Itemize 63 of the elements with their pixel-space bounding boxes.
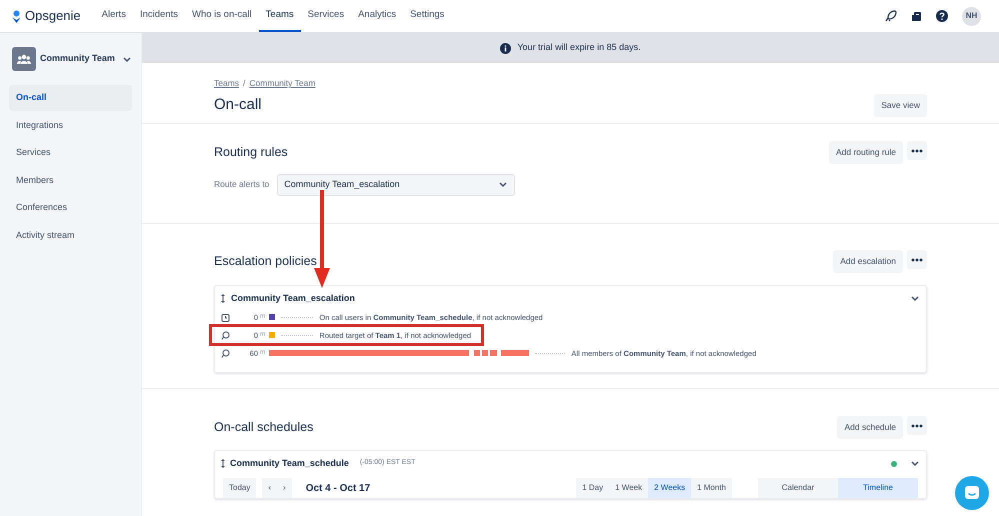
nav-tab[interactable]: Alerts	[94, 0, 133, 32]
chevron-down-icon[interactable]	[122, 54, 132, 64]
nav-tab[interactable]: Analytics	[351, 0, 404, 32]
section-title: On-call schedules	[214, 420, 314, 435]
info-icon	[500, 42, 512, 54]
nav-tab[interactable]: Settings	[403, 0, 452, 32]
more-icon	[911, 424, 923, 428]
breadcrumb-link[interactable]: Community Team	[249, 77, 316, 90]
opsgenie-logo-icon	[12, 10, 21, 22]
more-button[interactable]	[907, 250, 927, 269]
section-title: Routing rules	[214, 144, 288, 160]
add-routing-rule-button[interactable]: Add routing rule	[828, 141, 903, 164]
period-tab[interactable]: 1 Day	[576, 478, 610, 498]
add-escalation-button[interactable]: Add escalation	[833, 250, 903, 273]
view-tab[interactable]: Timeline	[838, 478, 918, 498]
chevron-down-icon[interactable]	[910, 294, 920, 303]
chevron-down-icon[interactable]	[910, 459, 920, 468]
route-select[interactable]: Community Team_escalation	[277, 174, 516, 196]
drag-handle-icon[interactable]	[221, 294, 225, 303]
nav-tab[interactable]: Incidents	[132, 0, 185, 32]
section-title: Escalation policies	[214, 254, 317, 269]
more-button[interactable]	[907, 416, 927, 435]
save-view-button[interactable]: Save view	[874, 94, 927, 116]
help-icon[interactable]	[936, 10, 948, 22]
breadcrumb-separator: /	[243, 77, 246, 90]
previous-button[interactable]: ‹	[262, 478, 278, 498]
more-icon	[911, 148, 923, 152]
nav-tab[interactable]: Services	[300, 0, 352, 32]
page-title: On-call	[214, 96, 262, 114]
today-button[interactable]: Today	[223, 478, 256, 498]
period-tab[interactable]: 2 Weeks	[648, 478, 692, 498]
status-dot	[891, 460, 897, 466]
sidebar-item[interactable]: Members	[9, 168, 132, 193]
select-value: Community Team_escalation	[284, 178, 400, 191]
logo-text: Opsgenie	[25, 7, 81, 26]
book-icon[interactable]	[911, 10, 922, 22]
chat-bubble-icon	[964, 485, 980, 501]
sidebar-item[interactable]: Conferences	[9, 195, 132, 220]
nav-tab[interactable]: Who is on-call	[184, 0, 259, 32]
period-tab[interactable]: 1 Week	[609, 478, 648, 498]
team-name: Community Team	[40, 52, 116, 66]
date-range: Oct 4 - Oct 17	[306, 482, 370, 496]
more-button[interactable]	[907, 141, 927, 160]
more-icon	[911, 258, 923, 262]
drag-handle-icon[interactable]	[221, 459, 225, 468]
chevron-down-icon	[498, 180, 508, 190]
sidebar-item[interactable]: Activity stream	[9, 222, 132, 248]
add-schedule-button[interactable]: Add schedule	[837, 416, 903, 439]
period-tab[interactable]: 1 Month	[691, 478, 732, 498]
view-tab[interactable]: Calendar	[758, 478, 838, 498]
people-icon	[17, 54, 31, 64]
sidebar-item[interactable]: On-call	[9, 85, 132, 110]
next-button[interactable]: ›	[277, 478, 292, 498]
breadcrumb-link[interactable]: Teams	[214, 77, 240, 90]
policy-name[interactable]: Community Team_escalation	[231, 292, 355, 306]
chat-button[interactable]	[955, 476, 989, 510]
sidebar-item[interactable]: Integrations	[9, 112, 132, 138]
sidebar-item[interactable]: Services	[9, 140, 132, 166]
banner-text: Your trial will expire in 85 days.	[517, 41, 641, 54]
schedule-name[interactable]: Community Team_schedule	[230, 456, 349, 470]
timer-icon	[221, 312, 230, 322]
user-avatar[interactable]: NH	[962, 6, 981, 26]
field-label: Route alerts to	[214, 178, 270, 192]
